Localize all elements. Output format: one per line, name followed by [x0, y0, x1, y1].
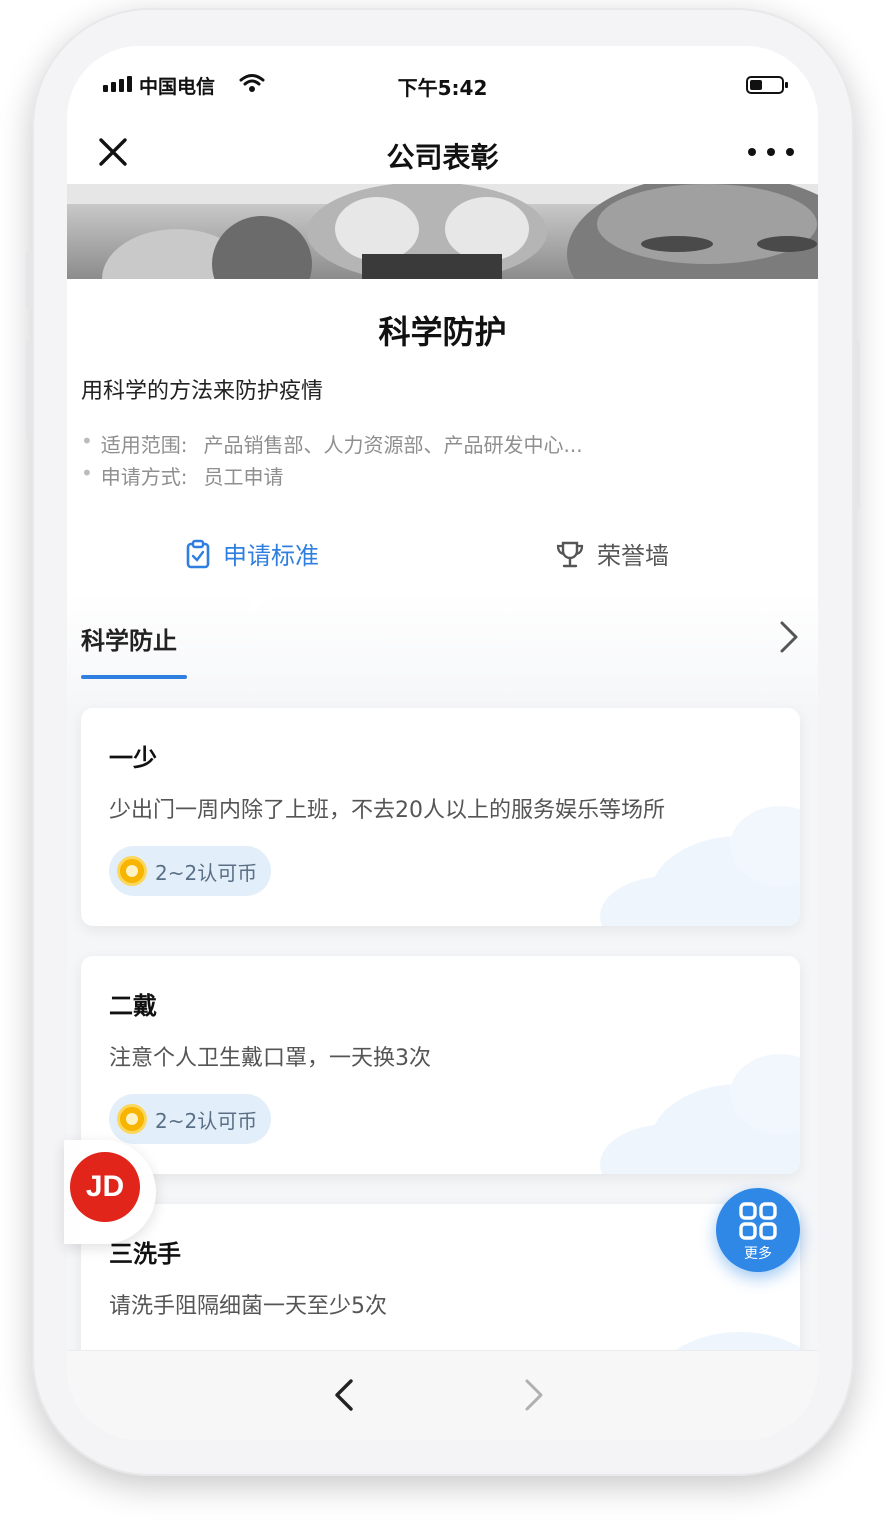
tab-pointer [239, 591, 275, 607]
cloud-decoration [675, 1332, 800, 1350]
tab-label: 申请标准 [223, 542, 319, 570]
method-value: 员工申请 [203, 465, 284, 489]
method-row: • 申请方式: 员工申请 [81, 461, 284, 489]
page-title: 公司表彰 [386, 141, 499, 174]
reward-text: 2~2认可币 [155, 1108, 258, 1133]
standard-card[interactable]: 二戴 注意个人卫生戴口罩，一天换3次 2~2认可币 [81, 956, 800, 1174]
more-label: 更多 [744, 1246, 772, 1262]
award-subtitle: 用科学的方法来防护疫情 [81, 379, 324, 404]
more-options-icon[interactable] [748, 140, 794, 164]
method-label: 申请方式: [100, 465, 188, 489]
coin-icon [117, 1104, 147, 1134]
jd-logo-button[interactable]: JD [70, 1152, 140, 1222]
scope-value: 产品销售部、人力资源部、产品研发中心... [203, 433, 583, 457]
side-button [26, 250, 32, 310]
section-header[interactable]: 科学防止 [67, 591, 818, 711]
reward-badge: 2~2认可币 [109, 1094, 272, 1144]
award-info: 科学防护 用科学的方法来防护疫情 • 适用范围: 产品销售部、人力资源部、产品研… [67, 279, 818, 591]
battery-icon [746, 76, 788, 94]
more-button[interactable]: 更多 [716, 1188, 800, 1272]
coin-icon [117, 856, 147, 886]
card-description: 少出门一周内除了上班，不去20人以上的服务娱乐等场所 [109, 798, 665, 823]
tab-bar: 申请标准 荣誉墙 [67, 526, 818, 586]
reward-badge: 2~2认可币 [109, 846, 272, 896]
clipboard-icon [186, 539, 210, 568]
phone-screen: 中国电信 下午5:42 公司表彰 科学防护 用科学的方法来防护疫情 • 适用范围… [67, 46, 818, 1440]
card-description: 请洗手阻隔细菌一天至少5次 [109, 1294, 387, 1319]
side-button [26, 340, 32, 440]
tab-label: 荣誉墙 [597, 542, 669, 570]
back-arrow-icon[interactable] [329, 1375, 359, 1415]
grid-icon [739, 1202, 777, 1240]
trophy-icon [556, 541, 584, 567]
close-icon[interactable] [93, 132, 133, 172]
side-button [854, 340, 860, 510]
card-description: 注意个人卫生戴口罩，一天换3次 [109, 1046, 431, 1071]
card-title: 一少 [109, 744, 157, 772]
tab-application-standard[interactable]: 申请标准 [185, 536, 319, 571]
chevron-right-icon[interactable] [774, 617, 804, 657]
section-underline [81, 675, 187, 679]
reward-text: 2~2认可币 [155, 860, 258, 885]
award-title: 科学防护 [378, 313, 507, 351]
scope-label: 适用范围: [100, 433, 188, 457]
status-time: 下午5:42 [397, 76, 488, 100]
standard-card[interactable]: 一少 少出门一周内除了上班，不去20人以上的服务娱乐等场所 2~2认可币 [81, 708, 800, 926]
card-title: 二戴 [109, 992, 157, 1020]
banner-image [67, 184, 818, 279]
nav-bar: 公司表彰 [67, 126, 818, 184]
standards-list: 科学防止 一少 少出门一周内除了上班，不去20人以上的服务娱乐等场所 2~2认可… [67, 591, 818, 1350]
forward-arrow-icon[interactable] [519, 1375, 549, 1415]
standard-card[interactable]: 三洗手 请洗手阻隔细菌一天至少5次 [81, 1204, 800, 1350]
scope-row: • 适用范围: 产品销售部、人力资源部、产品研发中心... [81, 429, 583, 457]
tab-honor-wall[interactable]: 荣誉墙 [555, 536, 669, 571]
section-title: 科学防止 [81, 627, 177, 655]
status-bar: 中国电信 下午5:42 [67, 46, 818, 126]
browser-toolbar [67, 1350, 818, 1440]
cloud-decoration [600, 1054, 800, 1174]
